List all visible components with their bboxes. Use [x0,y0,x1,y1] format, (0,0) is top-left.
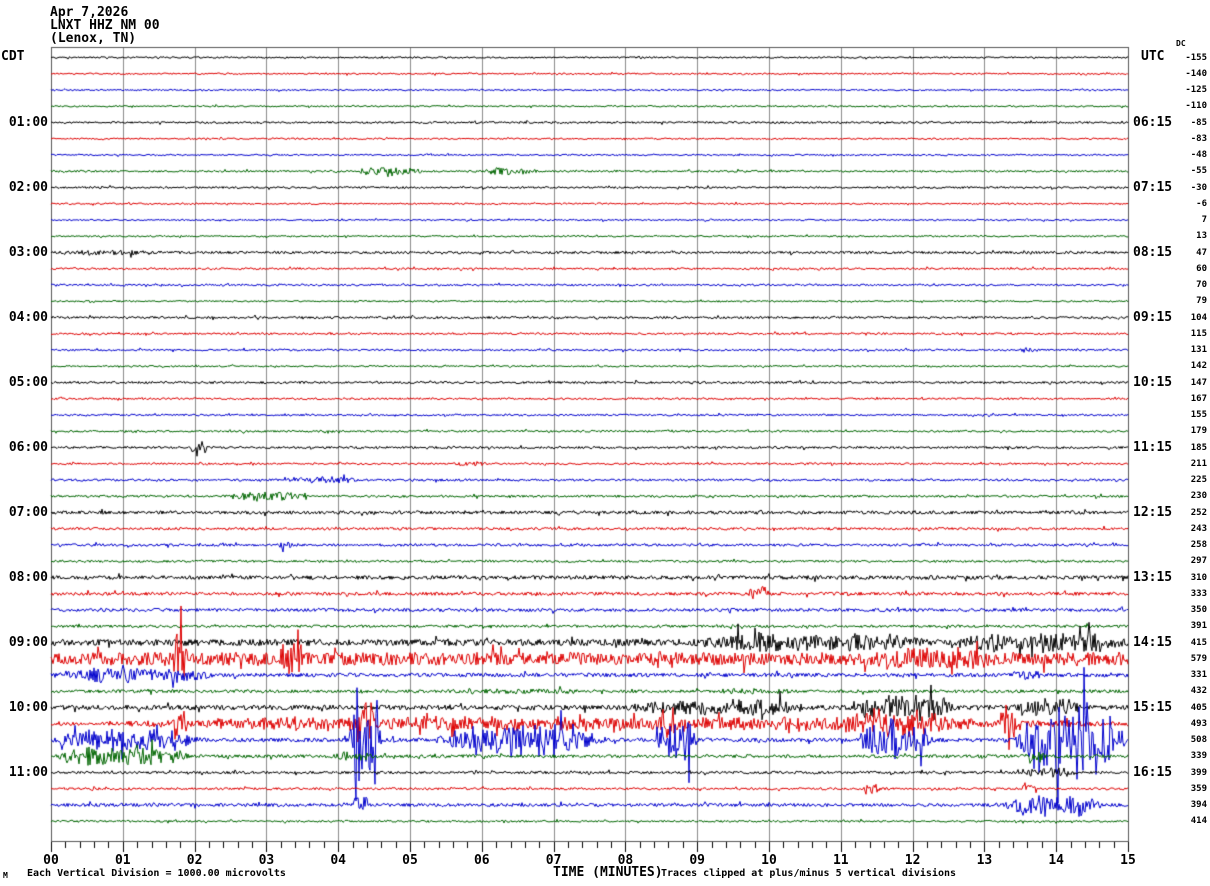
dc-value: 243 [1190,523,1207,534]
x-tick-label: 01 [114,853,131,868]
cdt-hour-label: 10:00 [8,699,48,715]
dc-value: 432 [1190,686,1207,697]
dc-value: 7 [1201,215,1207,225]
dc-value: 339 [1190,751,1207,762]
dc-value: -83 [1190,133,1207,144]
x-tick-label: 14 [1048,853,1065,868]
dc-value: 405 [1190,702,1207,713]
left-axis-timezone-label: CDT [1,49,25,64]
dc-value: 415 [1190,637,1207,648]
dc-value: 310 [1190,572,1207,583]
x-tick-label: 15 [1120,853,1136,868]
dc-value: -6 [1196,198,1207,209]
dc-value: 13 [1196,231,1207,242]
dc-value: 579 [1190,653,1207,664]
dc-value: 333 [1190,588,1207,599]
dc-value: 104 [1190,312,1207,323]
dc-value: 391 [1190,621,1207,632]
x-tick-label: 02 [186,853,203,868]
dc-value: 155 [1190,410,1207,420]
helicorder-screen: Apr 7,2026 LNXT HHZ NM 00 (Lenox, TN) CD… [0,0,1210,886]
cdt-hour-label: 06:00 [8,439,48,455]
cdt-hour-label: 09:00 [8,634,48,650]
helicorder-canvas [0,0,1210,886]
cdt-hour-label: 07:00 [8,504,48,520]
dc-value: 414 [1190,816,1207,827]
dc-value: 211 [1190,458,1207,469]
dc-value: 147 [1190,377,1207,388]
cdt-hour-label: 08:00 [8,569,48,585]
dc-value: 331 [1190,670,1207,680]
dc-value: -55 [1190,166,1207,177]
dc-value: -48 [1190,150,1207,160]
dc-value: 225 [1190,475,1207,485]
x-tick-label: 03 [258,853,275,868]
dc-value: 252 [1190,507,1207,518]
cdt-hour-label: 11:00 [8,764,48,780]
x-tick-label: 09 [689,853,706,868]
x-axis-title: TIME (MINUTES) [553,865,663,880]
logo-mark: M [3,871,8,880]
dc-value: 258 [1190,540,1207,550]
dc-value: 185 [1190,442,1207,453]
dc-value: -85 [1190,117,1207,128]
dc-value: 179 [1190,426,1207,437]
dc-value: 167 [1190,393,1207,404]
x-tick-label: 00 [43,853,59,868]
dc-column-header: DC [1176,39,1186,48]
dc-value: 79 [1196,296,1207,307]
dc-value: 47 [1196,247,1207,258]
dc-value: 394 [1190,800,1207,810]
dc-value: 297 [1190,556,1207,567]
dc-value: 131 [1190,345,1207,355]
dc-value: 359 [1190,783,1207,794]
cdt-hour-label: 02:00 [8,179,48,195]
dc-value: 508 [1190,735,1207,745]
cdt-hour-label: 05:00 [8,374,48,390]
cdt-hour-label: 01:00 [8,114,48,130]
dc-value: 230 [1190,491,1207,502]
dc-value: 350 [1190,605,1207,615]
dc-value: -125 [1185,85,1207,95]
dc-value: 399 [1190,767,1207,778]
dc-value: 493 [1190,718,1207,729]
dc-value: -155 [1185,52,1207,63]
dc-value: 115 [1190,328,1207,339]
x-tick-label: 05 [402,853,418,868]
dc-value: -110 [1185,101,1207,112]
header-location: (Lenox, TN) [50,31,137,46]
dc-value: -140 [1185,68,1207,79]
cdt-hour-label: 03:00 [8,244,48,260]
cdt-hour-label: 04:00 [8,309,48,325]
x-tick-label: 06 [473,853,490,868]
dc-value: -30 [1190,182,1207,193]
vertical-division-scale-note: Each Vertical Division = 1000.00 microvo… [27,868,286,879]
dc-value: 70 [1196,280,1207,290]
trace-clip-note: Traces clipped at plus/minus 5 vertical … [661,868,957,879]
dc-value: 142 [1190,361,1207,372]
x-tick-label: 04 [330,853,347,868]
dc-value: 60 [1196,263,1207,274]
x-tick-label: 12 [904,853,921,868]
x-tick-label: 13 [976,853,993,868]
x-tick-label: 11 [832,853,849,868]
x-tick-label: 10 [761,853,777,868]
